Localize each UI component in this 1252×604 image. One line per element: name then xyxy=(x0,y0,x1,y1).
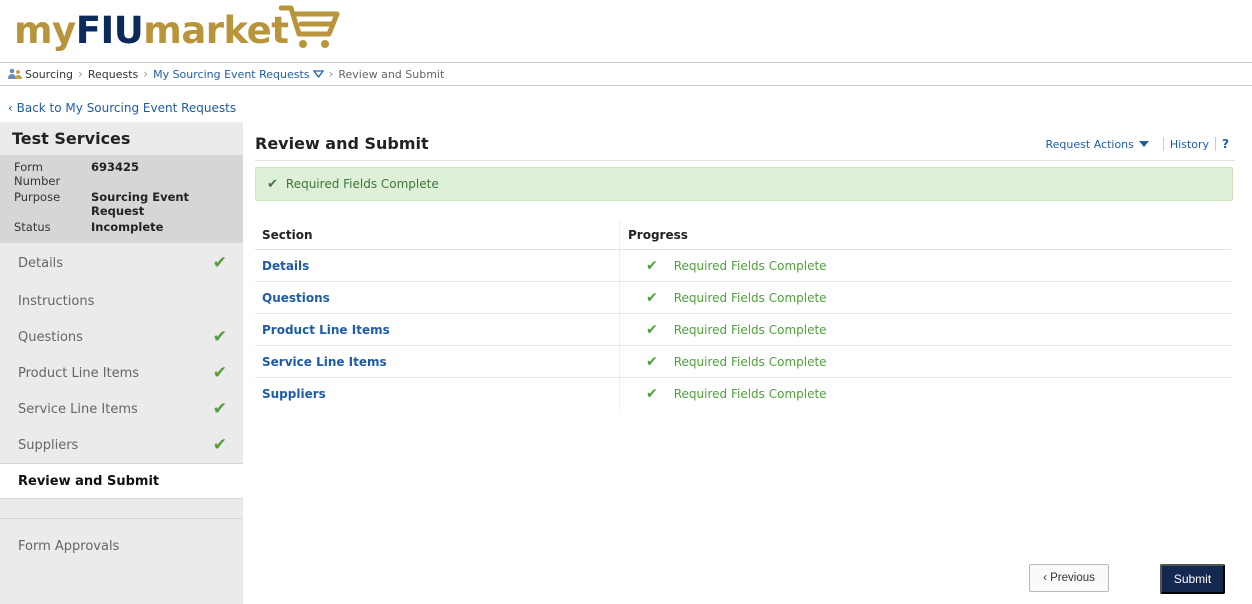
checkmark-icon: ✔ xyxy=(212,253,227,273)
section-link-suppliers[interactable]: Suppliers xyxy=(262,387,326,401)
checkmark-icon: ✔ xyxy=(646,353,658,370)
divider xyxy=(255,160,1235,161)
shopping-cart-icon xyxy=(279,5,340,48)
sidebar-item-product-line-items[interactable]: Product Line Items ✔ xyxy=(0,355,243,391)
logo-text-market: market xyxy=(143,9,289,52)
checkmark-icon: ✔ xyxy=(646,386,658,402)
status-banner: ✔ Required Fields Complete xyxy=(255,167,1233,201)
history-link[interactable]: History xyxy=(1170,138,1209,151)
table-header: Section Progress xyxy=(255,220,1231,250)
caret-down-icon[interactable] xyxy=(312,70,324,78)
breadcrumb: Sourcing › Requests › My Sourcing Event … xyxy=(0,62,1252,86)
column-header-section: Section xyxy=(262,227,313,242)
form-meta: Form Number 693425 Purpose Sourcing Even… xyxy=(0,155,243,243)
form-title: Test Services xyxy=(0,122,243,155)
sidebar-item-service-line-items[interactable]: Service Line Items ✔ xyxy=(0,391,243,427)
table-row: Questions ✔ Required Fields Complete xyxy=(255,282,1231,314)
sidebar-item-instructions[interactable]: Instructions xyxy=(0,283,243,319)
table-row: Service Line Items ✔ Required Fields Comp… xyxy=(255,346,1231,378)
chevron-right-icon: › xyxy=(78,67,83,81)
submit-button[interactable]: Submit xyxy=(1160,564,1225,594)
checkmark-icon: ✔ xyxy=(212,399,227,419)
progress-text: Required Fields Complete xyxy=(673,322,827,337)
breadcrumb-sourcing[interactable]: Sourcing xyxy=(25,68,73,81)
chevron-right-icon: › xyxy=(328,67,334,81)
sidebar-item-label: Product Line Items xyxy=(18,365,140,381)
status-label: Status xyxy=(14,220,51,234)
progress-text: Required Fields Complete xyxy=(673,258,827,273)
sidebar-item-label: Details xyxy=(18,255,64,271)
breadcrumb-requests[interactable]: Requests xyxy=(88,68,138,81)
sidebar-item-details[interactable]: Details ✔ xyxy=(0,243,243,283)
section-link-service-line-items[interactable]: Service Line Items xyxy=(262,355,387,369)
table-row: Product Line Items ✔ Required Fields Comp… xyxy=(255,314,1231,346)
divider xyxy=(1162,137,1164,151)
site-logo[interactable]: myFIUmarket xyxy=(14,4,289,52)
sidebar-item-label: Instructions xyxy=(18,293,95,309)
status-value: Incomplete xyxy=(91,220,164,234)
checkmark-icon: ✔ xyxy=(646,321,658,338)
table-row: Details ✔ Required Fields Complete xyxy=(255,250,1231,282)
column-header-progress: Progress xyxy=(619,220,1231,249)
sidebar-item-label: Suppliers xyxy=(18,437,79,453)
progress-text: Required Fields Complete xyxy=(673,354,827,369)
progress-text: Required Fields Complete xyxy=(673,387,827,401)
breadcrumb-my-requests[interactable]: My Sourcing Event Requests xyxy=(153,67,324,81)
progress-text: Required Fields Complete xyxy=(673,290,827,305)
breadcrumb-my-requests-label: My Sourcing Event Requests xyxy=(153,67,310,81)
page-title: Review and Submit xyxy=(255,134,429,153)
page-actions: Request Actions History ? xyxy=(1046,137,1229,151)
sidebar-item-label: Questions xyxy=(18,329,83,345)
breadcrumb-current: Review and Submit xyxy=(338,67,445,81)
request-actions-menu[interactable]: Request Actions xyxy=(1046,138,1134,151)
checkmark-icon: ✔ xyxy=(212,363,227,383)
sections-table: Section Progress Details ✔ Required Field… xyxy=(255,220,1231,410)
purpose-label: Purpose xyxy=(14,190,61,204)
caret-down-icon[interactable] xyxy=(1138,141,1149,147)
help-icon[interactable]: ? xyxy=(1222,137,1229,151)
logo-text-my: my xyxy=(14,9,76,52)
back-to-requests-link[interactable]: ‹ Back to My Sourcing Event Requests xyxy=(8,101,236,115)
checkmark-icon: ✔ xyxy=(212,435,227,455)
sidebar: Test Services Form Number 693425 Purpose… xyxy=(0,122,243,604)
purpose-value: Sourcing Event Request xyxy=(91,190,190,218)
section-link-details[interactable]: Details xyxy=(262,259,309,273)
sidebar-item-suppliers[interactable]: Suppliers ✔ xyxy=(0,427,243,463)
logo-text-fiu: FIU xyxy=(75,9,144,52)
divider xyxy=(1215,137,1217,151)
user-group-icon xyxy=(8,68,22,79)
section-link-questions[interactable]: Questions xyxy=(262,291,330,305)
sidebar-item-review-and-submit[interactable]: Review and Submit xyxy=(0,463,243,499)
form-number-value: 693425 xyxy=(91,160,140,174)
sidebar-item-form-approvals[interactable]: Form Approvals xyxy=(0,518,243,574)
previous-button[interactable]: ‹ Previous xyxy=(1029,564,1109,592)
checkmark-icon: ✔ xyxy=(267,176,278,192)
section-link-product-line-items[interactable]: Product Line Items xyxy=(262,323,390,337)
status-banner-text: Required Fields Complete xyxy=(285,177,439,191)
main-panel: Review and Submit Request Actions Histor… xyxy=(245,122,1252,604)
form-number-label: Form Number xyxy=(14,160,61,188)
checkmark-icon: ✔ xyxy=(646,257,658,274)
table-row: Suppliers ✔ Required Fields Complete xyxy=(255,378,1231,410)
chevron-right-icon: › xyxy=(143,67,149,81)
sidebar-item-label: Review and Submit xyxy=(18,473,160,489)
checkmark-icon: ✔ xyxy=(646,289,658,306)
checkmark-icon: ✔ xyxy=(212,327,227,347)
sidebar-item-label: Service Line Items xyxy=(18,401,138,417)
sidebar-item-questions[interactable]: Questions ✔ xyxy=(0,319,243,355)
